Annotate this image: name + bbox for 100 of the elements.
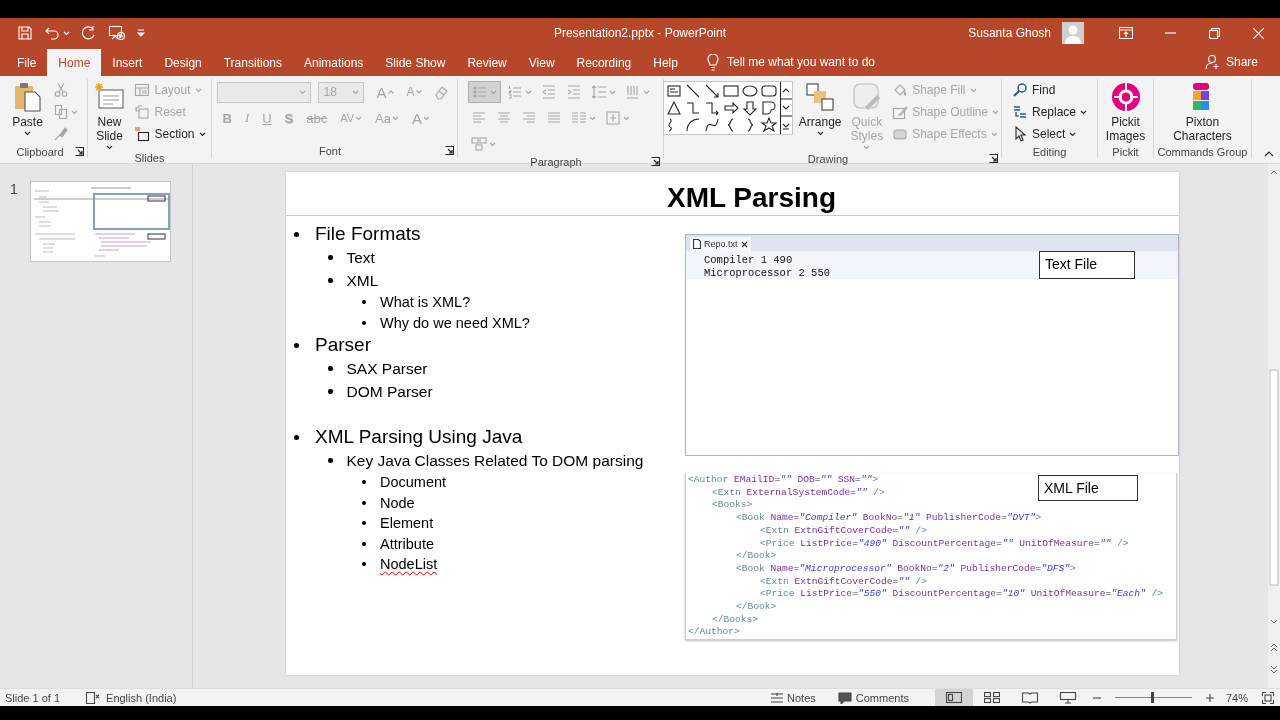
caret-icon [355, 115, 363, 121]
caret-icon [198, 131, 206, 137]
view-icon [945, 691, 962, 704]
callout-label: XML File [1038, 475, 1138, 501]
caret-icon [489, 141, 496, 147]
replace-button[interactable]: Replace [1009, 101, 1090, 123]
launcher-icon [651, 157, 660, 166]
code-line: <Books> [711, 499, 753, 513]
share-button[interactable]: Share [1198, 48, 1264, 76]
bullet-text: Document [380, 473, 447, 492]
bullet-icon [294, 342, 299, 348]
section-button[interactable]: Section [131, 123, 209, 145]
caret-icon [352, 89, 360, 95]
redo-button[interactable] [81, 25, 97, 41]
caret-up-icon [387, 90, 394, 94]
pickit-images-button[interactable]: Pickit Images [1101, 79, 1150, 145]
launcher-icon [445, 145, 454, 155]
undo-button[interactable] [44, 25, 70, 41]
close-icon [1252, 27, 1264, 39]
scrollbar[interactable] [1268, 164, 1280, 688]
ribbon-tab[interactable]: Slide Show [374, 49, 457, 76]
reset-icon [134, 104, 151, 120]
ribbon-tab[interactable]: Design [153, 49, 213, 76]
dialog-launcher-button[interactable] [75, 145, 84, 159]
bullet-icon [294, 434, 299, 440]
ribbon-tab[interactable]: Transitions [212, 49, 293, 76]
slide-indicator: Slide 1 of 1 [5, 691, 61, 704]
launcher-icon [989, 154, 998, 163]
caret-icon [969, 87, 977, 93]
code-line: </Author> [687, 626, 740, 640]
caret-icon [194, 87, 202, 93]
code-line: <Book Name="Compiler" BookNo="1" PublisherCode="DVT"> [735, 512, 1042, 525]
pixton-characters-button[interactable]: Pixton Characters [1166, 79, 1239, 145]
bullet-icon [362, 300, 366, 305]
group-label: Drawing [806, 153, 850, 165]
dialog-launcher-button[interactable] [651, 155, 660, 169]
ribbon-tab[interactable]: Review [456, 49, 518, 76]
group-label: Slides [133, 152, 166, 164]
ribbon-tab[interactable]: Recording [565, 49, 643, 76]
group-label: Commands Group [1157, 145, 1248, 158]
bullet-text: Attribute [380, 534, 434, 554]
slide-number: 1 [10, 181, 18, 197]
caret-icon [816, 131, 824, 136]
ribbon-tab[interactable]: Animations [293, 49, 375, 76]
ribbon-tab[interactable]: Home [47, 49, 102, 76]
bullet-icon [328, 366, 333, 371]
align-center-icon [496, 110, 512, 126]
view-icon [1059, 691, 1076, 704]
aperture-icon [1109, 81, 1142, 113]
caret-icon [609, 89, 616, 95]
bullet-text: Why do we need XML? [380, 313, 530, 333]
tell-me-field[interactable]: Tell me what you want to do [726, 55, 876, 69]
dialog-launcher-button[interactable] [445, 143, 454, 158]
ribbon-tab[interactable]: File [6, 49, 48, 76]
caret-icon [299, 89, 307, 95]
caret-icon [1069, 131, 1077, 137]
caret-icon [137, 29, 145, 37]
ribbon-tab[interactable]: Help [642, 49, 689, 76]
bullet-icon [328, 458, 333, 463]
new-slide-button[interactable]: New Slide [90, 79, 129, 152]
ribbon-tab[interactable]: Insert [101, 49, 154, 76]
customize-button[interactable] [137, 29, 145, 37]
find-button[interactable]: Find [1009, 79, 1090, 101]
presenter-button[interactable] [108, 25, 126, 41]
caret-icon [863, 145, 871, 150]
user-name: Susanta Ghosh [968, 26, 1051, 40]
align-text-icon [605, 110, 621, 126]
code-line: <Author EMailID="" DOB="" SSN=""> [687, 474, 879, 487]
slide-thumbnail[interactable] [29, 181, 171, 262]
bullet-text: NodeList [380, 555, 438, 574]
view-button[interactable] [934, 689, 973, 706]
caret-icon [106, 145, 113, 150]
align-left-icon [471, 110, 487, 126]
save-button[interactable] [17, 25, 33, 41]
code-line: <Extn ExternalSystemCode="" /> [711, 486, 885, 500]
select-button[interactable]: Select [1009, 123, 1090, 145]
arrange-button[interactable]: Arrange [795, 79, 845, 138]
justify-icon [546, 110, 562, 126]
comments-button[interactable]: Comments [831, 689, 915, 706]
bullet-icon [328, 278, 333, 283]
caret-icon [70, 109, 78, 115]
section-icon [134, 126, 151, 142]
code-line: Compiler 1 490 [704, 254, 793, 267]
close-icon [740, 240, 748, 248]
undo-icon [44, 25, 60, 41]
dialog-launcher-button[interactable] [989, 152, 998, 166]
zoom-slider-thumb[interactable] [1150, 692, 1154, 703]
columns-icon [571, 110, 587, 126]
numbered-list-icon [507, 84, 523, 100]
paste-button[interactable]: Paste [8, 79, 47, 138]
caret-icon [392, 115, 399, 121]
replace-icon [1012, 104, 1028, 120]
group-label: Paragraph [529, 156, 583, 168]
group-label: Font [318, 144, 342, 157]
line-spacing-icon [591, 84, 607, 100]
ribbon-tab[interactable]: View [517, 49, 566, 76]
minus-icon [1092, 696, 1101, 699]
group-label: Pickit [1111, 145, 1140, 158]
quick-styles-icon [850, 81, 883, 113]
notes-button[interactable]: Notes [765, 689, 822, 706]
